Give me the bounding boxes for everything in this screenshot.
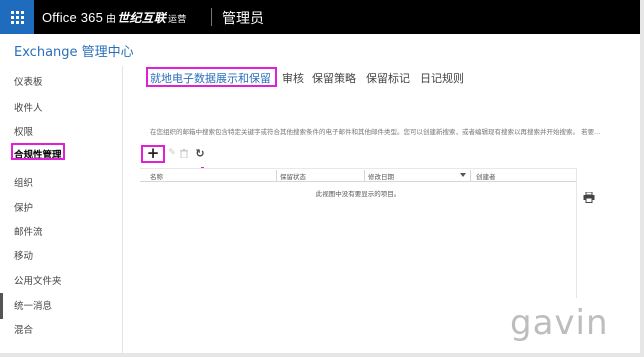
sidebar-item-recipients[interactable]: 收件人 bbox=[14, 100, 43, 114]
pencil-icon: ✎ bbox=[168, 148, 176, 158]
brand-by-text: 由 bbox=[106, 14, 117, 25]
delete-button[interactable] bbox=[178, 144, 190, 162]
brand-office-365: Office 365 bbox=[42, 10, 104, 25]
sidebar-item-permissions[interactable]: 权限 bbox=[14, 124, 33, 138]
caret-down-icon[interactable] bbox=[460, 173, 466, 177]
top-navigation-bar: Office 365 由世纪互联 运营 管理员 bbox=[0, 0, 644, 34]
sidebar-item-hybrid[interactable]: 混合 bbox=[14, 322, 33, 336]
tab-retention-policies[interactable]: 保留策略 bbox=[312, 70, 356, 86]
app-launcher-icon bbox=[10, 10, 24, 24]
printer-icon bbox=[583, 191, 595, 203]
sidebar-item-mail-flow[interactable]: 邮件流 bbox=[14, 224, 43, 238]
tab-journal-rules[interactable]: 日记规则 bbox=[420, 70, 464, 86]
column-header-name[interactable]: 名称 bbox=[150, 171, 163, 181]
brand-partner-text: 世纪互联 bbox=[117, 11, 167, 25]
print-button[interactable] bbox=[583, 188, 595, 203]
edit-button[interactable]: ✎ bbox=[166, 144, 178, 162]
sidebar-item-protection[interactable]: 保护 bbox=[14, 200, 33, 214]
refresh-icon: ↻ bbox=[195, 146, 205, 160]
sidebar-item-public-folders[interactable]: 公用文件夹 bbox=[14, 273, 62, 287]
column-separator bbox=[470, 170, 471, 181]
plus-icon: + bbox=[146, 144, 160, 162]
empty-list-message: 此视图中没有要显示的项目。 bbox=[315, 190, 401, 198]
screenshot-frame-edge bbox=[640, 0, 644, 357]
sidebar-divider bbox=[122, 66, 123, 357]
trash-icon bbox=[180, 148, 188, 158]
left-accent-bar bbox=[0, 293, 3, 319]
screenshot-frame-edge bbox=[0, 353, 644, 357]
refresh-button[interactable]: ↻ bbox=[193, 144, 207, 162]
brand-operated-text: 运营 bbox=[168, 14, 187, 24]
tab-auditing[interactable]: 审核 bbox=[282, 70, 304, 86]
page-title: Exchange 管理中心 bbox=[14, 45, 134, 60]
column-separator bbox=[276, 170, 277, 181]
add-button[interactable]: + bbox=[144, 144, 162, 162]
tab-in-place-ediscovery-hold[interactable]: 就地电子数据展示和保留 bbox=[150, 70, 271, 86]
sidebar-item-compliance-management[interactable]: 合规性管理 bbox=[14, 147, 62, 161]
app-launcher-button[interactable] bbox=[0, 0, 34, 34]
column-separator bbox=[364, 170, 365, 181]
sidebar-item-mobile[interactable]: 移动 bbox=[14, 248, 33, 262]
sidebar-item-dashboard[interactable]: 仪表板 bbox=[14, 74, 43, 88]
tab-retention-tags[interactable]: 保留标记 bbox=[366, 70, 410, 86]
details-pane-divider bbox=[576, 168, 577, 298]
column-header-modified-date[interactable]: 修改日期 bbox=[368, 171, 394, 181]
sidebar-item-unified-messaging[interactable]: 统一消息 bbox=[14, 298, 52, 312]
column-header-hold-status[interactable]: 保留状态 bbox=[280, 171, 306, 181]
page-description: 在您组织的邮箱中搜索包含特定关键字或符合其他搜索条件的电子邮件和其他邮件类型。您… bbox=[150, 128, 601, 136]
column-header-created-by[interactable]: 创建者 bbox=[476, 171, 496, 181]
admin-title[interactable]: 管理员 bbox=[222, 8, 264, 28]
sidebar-item-organization[interactable]: 组织 bbox=[14, 175, 33, 189]
brand-logo[interactable]: Office 365 由世纪互联 运营 bbox=[42, 9, 186, 26]
results-table-header: 名称 保留状态 修改日期 创建者 bbox=[140, 168, 576, 182]
watermark-text: gavin bbox=[510, 303, 609, 343]
topbar-divider bbox=[211, 8, 212, 26]
